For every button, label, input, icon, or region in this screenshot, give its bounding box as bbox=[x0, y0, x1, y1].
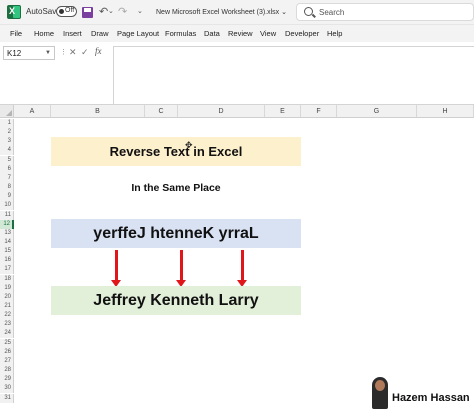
tab-page-layout[interactable]: Page Layout bbox=[117, 29, 159, 38]
undo-dropdown-icon[interactable]: ⌄ bbox=[108, 6, 114, 18]
row-header-1[interactable]: 1 bbox=[0, 119, 14, 128]
column-header-f[interactable]: F bbox=[301, 105, 337, 118]
row-header-19[interactable]: 19 bbox=[0, 283, 14, 293]
row-header-5[interactable]: 5 bbox=[0, 155, 14, 165]
row-header-2[interactable]: 2 bbox=[0, 128, 14, 138]
row-header-20[interactable]: 20 bbox=[0, 292, 14, 302]
ribbon-tabs: File Home Insert Draw Page Layout Formul… bbox=[0, 25, 474, 42]
row-header-10[interactable]: 10 bbox=[0, 201, 14, 211]
row-header-17[interactable]: 17 bbox=[0, 265, 14, 275]
row-header-22[interactable]: 22 bbox=[0, 311, 14, 321]
tab-review[interactable]: Review bbox=[228, 29, 253, 38]
arrow-down-icon bbox=[176, 250, 186, 287]
row-header-28[interactable]: 28 bbox=[0, 366, 14, 376]
row-header-24[interactable]: 24 bbox=[0, 329, 14, 339]
autosave-toggle[interactable]: Off bbox=[56, 6, 77, 17]
arrow-down-icon bbox=[111, 250, 121, 287]
enter-icon[interactable]: ✓ bbox=[81, 47, 89, 58]
arrow-down-icon bbox=[237, 250, 247, 287]
column-header-c[interactable]: C bbox=[145, 105, 178, 118]
row-header-9[interactable]: 9 bbox=[0, 192, 14, 202]
row-header-25[interactable]: 25 bbox=[0, 338, 14, 348]
tab-file[interactable]: File bbox=[10, 29, 22, 38]
select-all-button[interactable] bbox=[0, 105, 14, 118]
cancel-icon[interactable]: ✕ bbox=[69, 47, 77, 58]
name-box-value: K12 bbox=[7, 49, 22, 58]
tab-developer[interactable]: Developer bbox=[285, 29, 319, 38]
title-bar: X AutoSave Off ↶ ⌄ ↷ ⌄ New Microsoft Exc… bbox=[0, 0, 474, 25]
search-placeholder: Search bbox=[319, 8, 345, 17]
row-header-3[interactable]: 3 bbox=[0, 137, 14, 147]
tab-help[interactable]: Help bbox=[327, 29, 342, 38]
worksheet-grid[interactable]: A B C D E F G H 1 2 3 4 5 6 7 8 9 10 11 12 13 14 15 16 1… bbox=[0, 105, 474, 412]
tab-insert[interactable]: Insert bbox=[63, 29, 82, 38]
column-header-d[interactable]: D bbox=[178, 105, 265, 118]
result-text-cell[interactable]: Jeffrey Kenneth Larry bbox=[51, 286, 301, 315]
chevron-down-icon[interactable]: ▼ bbox=[45, 50, 51, 56]
row-header-11[interactable]: 11 bbox=[0, 210, 14, 220]
tab-view[interactable]: View bbox=[260, 29, 276, 38]
row-header-12[interactable]: 12 bbox=[0, 219, 14, 229]
tab-data[interactable]: Data bbox=[204, 29, 220, 38]
autosave-state: Off bbox=[65, 7, 75, 14]
row-header-14[interactable]: 14 bbox=[0, 237, 14, 247]
sheet-subtitle-cell[interactable]: In the Same Place bbox=[51, 180, 301, 196]
row-header-26[interactable]: 26 bbox=[0, 347, 14, 357]
sheet-title-cell[interactable]: Reverse Text in Excel bbox=[51, 137, 301, 166]
customize-toolbar-icon[interactable]: ⌄ bbox=[137, 6, 143, 18]
column-header-h[interactable]: H bbox=[417, 105, 474, 118]
cursor-icon: ✥ bbox=[185, 140, 193, 150]
row-header-23[interactable]: 23 bbox=[0, 320, 14, 330]
toggle-knob-icon bbox=[59, 9, 64, 14]
tab-formulas[interactable]: Formulas bbox=[165, 29, 196, 38]
row-header-13[interactable]: 13 bbox=[0, 228, 14, 238]
formula-input[interactable] bbox=[113, 46, 474, 104]
name-box[interactable]: K12 ▼ bbox=[3, 46, 55, 60]
row-header-30[interactable]: 30 bbox=[0, 384, 14, 394]
row-header-21[interactable]: 21 bbox=[0, 302, 14, 311]
row-header-18[interactable]: 18 bbox=[0, 274, 14, 284]
excel-logo-icon: X bbox=[7, 5, 21, 19]
insert-function-icon[interactable]: fx bbox=[95, 46, 102, 56]
column-header-e[interactable]: E bbox=[265, 105, 301, 118]
row-header-27[interactable]: 27 bbox=[0, 356, 14, 366]
column-header-g[interactable]: G bbox=[337, 105, 417, 118]
title-caret-icon: ⌄ bbox=[281, 9, 288, 16]
formula-bar: K12 ▼ ⋮ ✕ ✓ fx bbox=[0, 42, 474, 105]
row-header-31[interactable]: 31 bbox=[0, 393, 14, 403]
row-header-15[interactable]: 15 bbox=[0, 247, 14, 257]
undo-icon[interactable]: ↶ bbox=[99, 6, 108, 18]
document-title[interactable]: New Microsoft Excel Worksheet (3).xlsx ⌄ bbox=[156, 8, 287, 16]
reversed-text-cell[interactable]: yerffeJ htenneK yrraL bbox=[51, 219, 301, 248]
row-header-6[interactable]: 6 bbox=[0, 164, 14, 174]
author-avatar bbox=[372, 377, 388, 409]
author-watermark: Hazem Hassan bbox=[392, 392, 470, 404]
tab-home[interactable]: Home bbox=[34, 29, 54, 38]
tab-draw[interactable]: Draw bbox=[91, 29, 109, 38]
drag-handle-icon[interactable]: ⋮ bbox=[60, 48, 68, 56]
row-header-4[interactable]: 4 bbox=[0, 146, 14, 156]
redo-icon[interactable]: ↷ bbox=[118, 6, 127, 18]
row-header-29[interactable]: 29 bbox=[0, 375, 14, 385]
row-header-7[interactable]: 7 bbox=[0, 173, 14, 183]
search-box[interactable]: Search bbox=[296, 3, 474, 21]
row-header-16[interactable]: 16 bbox=[0, 256, 14, 266]
search-icon bbox=[304, 7, 313, 16]
column-header-a[interactable]: A bbox=[14, 105, 51, 118]
column-header-b[interactable]: B bbox=[51, 105, 145, 118]
save-icon[interactable] bbox=[82, 7, 93, 18]
row-header-8[interactable]: 8 bbox=[0, 183, 14, 193]
